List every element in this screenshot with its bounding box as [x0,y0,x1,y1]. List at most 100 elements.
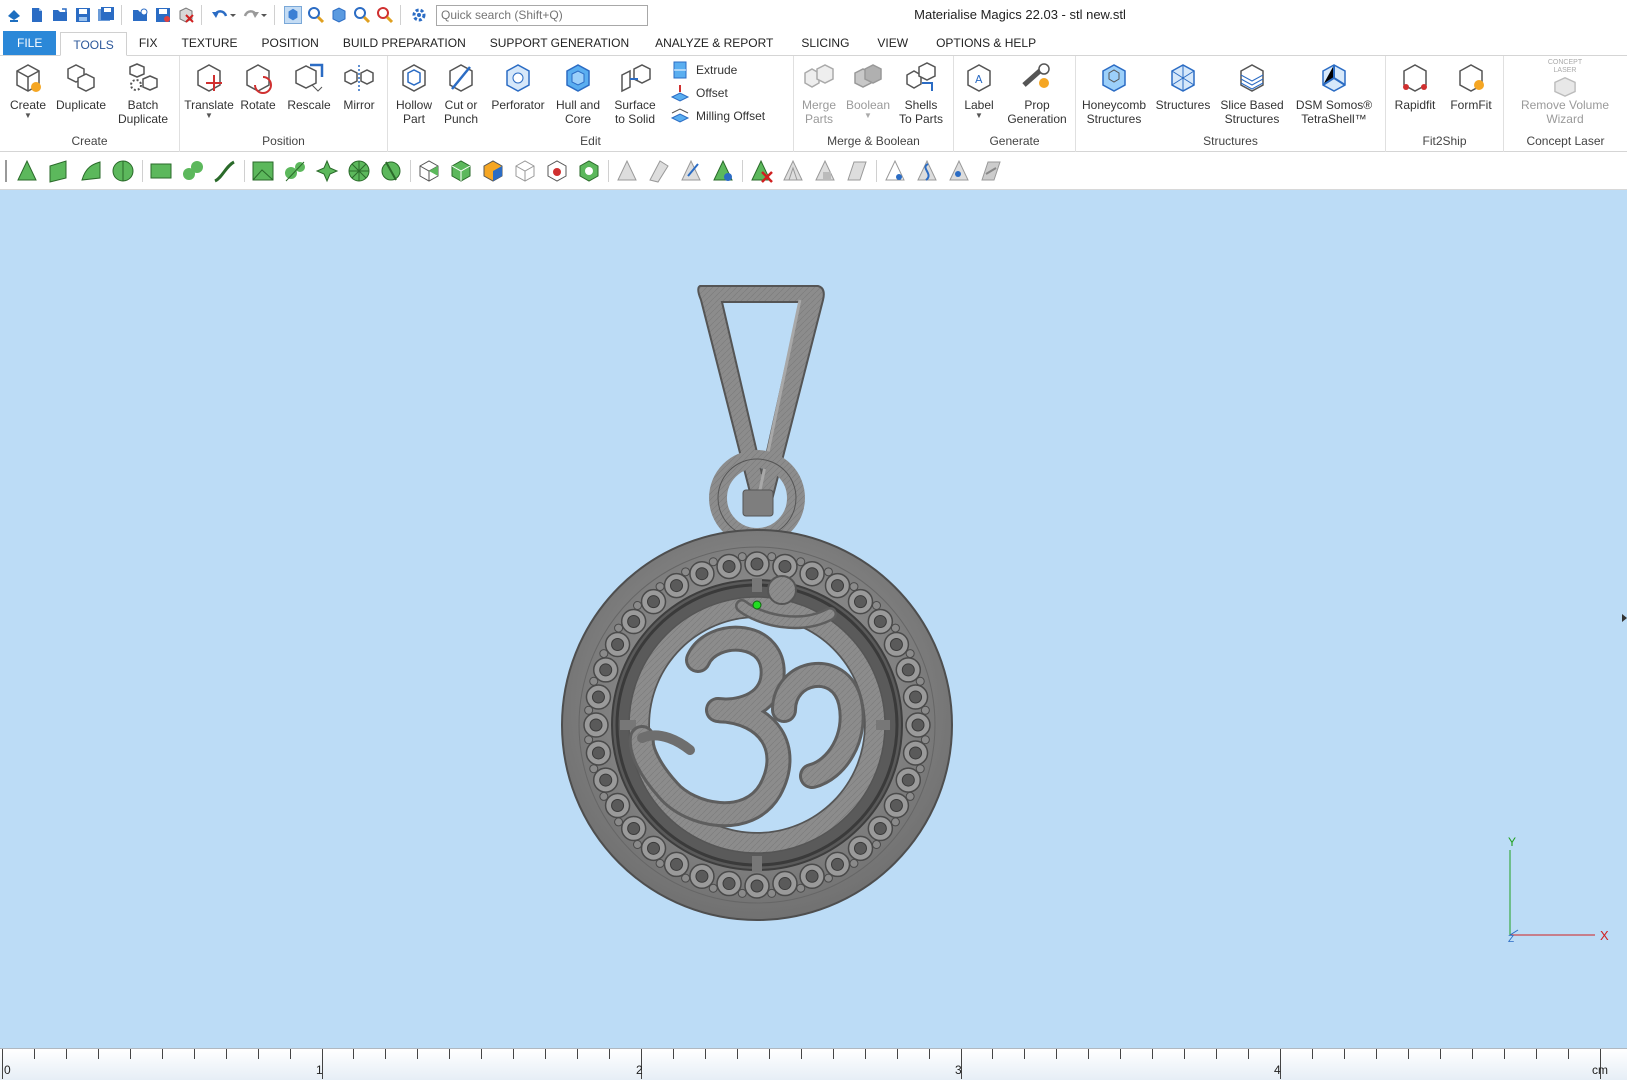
bead-hole [591,690,605,704]
settings-icon[interactable] [410,6,428,24]
3d-viewport[interactable]: X Y Z [0,190,1627,1048]
save-part-icon[interactable] [154,6,172,24]
boolean-button[interactable]: Boolean ▼ [844,58,892,120]
tab-analyze-report[interactable]: ANALYZE & REPORT [641,31,785,55]
view-part-icon[interactable] [330,6,348,24]
unmark-triangle-icon[interactable] [614,158,640,184]
new-file-icon[interactable] [28,6,46,24]
app-logo-icon[interactable] [5,6,23,24]
mark-bad-edges-icon[interactable] [914,158,940,184]
structures-button[interactable]: Structures [1152,58,1214,112]
unmark-part-icon[interactable] [512,158,538,184]
unload-part-icon[interactable] [177,6,195,24]
duplicate-button[interactable]: Duplicate [53,58,109,112]
import-icon[interactable] [131,6,149,24]
shells-to-parts-button[interactable]: Shells To Parts [894,58,948,126]
unmark-all-icon[interactable] [748,158,774,184]
unmark-surface-icon[interactable] [812,158,838,184]
tab-view[interactable]: VIEW [861,31,920,55]
offset-button[interactable]: Offset [670,83,728,103]
redo-icon[interactable] [242,6,260,24]
mark-shell-icon[interactable] [110,158,136,184]
perforator-button[interactable]: Perforator [488,58,548,112]
rescale-button[interactable]: Rescale [284,58,334,112]
mark-plane-icon[interactable] [46,158,72,184]
dsm-somos-tetrashell-button[interactable]: DSM Somos® TetraShell™ [1290,58,1378,126]
ruler-tick [1439,1049,1441,1059]
translate-button[interactable]: Translate ▼ [184,58,234,120]
save-icon[interactable] [74,6,92,24]
mark-multiple-icon[interactable] [314,158,340,184]
tab-build-preparation[interactable]: BUILD PREPARATION [331,31,478,55]
mark-wall-icon[interactable] [378,158,404,184]
remove-volume-wizard-icon: CONCEPT LASER [1546,58,1584,98]
mark-contour-icon[interactable] [250,158,276,184]
tab-texture[interactable]: TEXTURE [169,31,249,55]
invert-part-icon[interactable] [544,158,570,184]
select-part-icon[interactable] [416,158,442,184]
mark-flipped-icon[interactable] [978,158,1004,184]
tab-position[interactable]: POSITION [250,31,331,55]
prop-generation-button[interactable]: Prop Generation [1002,58,1072,126]
ruler-tick [193,1049,195,1059]
formfit-button[interactable]: FormFit [1444,58,1498,112]
label-button[interactable]: A Label ▼ [956,58,1002,120]
merge-parts-button[interactable]: Merge Parts [796,58,842,126]
tab-slicing[interactable]: SLICING [785,31,861,55]
bead-granule [614,623,624,633]
undo-dropdown-icon[interactable] [229,6,237,24]
milling-offset-button[interactable]: Milling Offset [670,106,765,126]
surface-to-solid-button[interactable]: Surface to Solid [608,58,662,126]
rotate-button[interactable]: Rotate [236,58,280,112]
mark-part-icon[interactable] [448,158,474,184]
create-icon [9,58,47,98]
hollow-part-button[interactable]: Hollow Part [392,58,436,126]
ruler-tick [65,1049,67,1059]
batch-duplicate-button[interactable]: Batch Duplicate [114,58,172,126]
mark-window-icon[interactable] [148,158,174,184]
cut-or-punch-button[interactable]: Cut or Punch [438,58,484,126]
select-view-icon[interactable] [284,6,302,24]
tab-tools[interactable]: TOOLS [60,32,127,56]
side-panel-expand-icon[interactable] [1622,614,1627,622]
zoom-icon[interactable] [353,6,371,24]
color-part-icon[interactable] [480,158,506,184]
unmark-plane-icon[interactable] [646,158,672,184]
expand-part-icon[interactable] [576,158,602,184]
unmark-shells-icon[interactable] [780,158,806,184]
mirror-button[interactable]: Mirror [336,58,382,112]
expand-marking-icon[interactable] [678,158,704,184]
zoom-window-icon[interactable] [376,6,394,24]
tab-file[interactable]: FILE [3,31,57,55]
shrink-marking-icon[interactable] [710,158,736,184]
ruler-label-2: 2 [636,1063,643,1077]
rapidfit-button[interactable]: Rapidfit [1388,58,1442,112]
create-button[interactable]: Create ▼ [6,58,50,120]
tab-support-generation[interactable]: SUPPORT GENERATION [478,31,641,55]
tab-options-help[interactable]: OPTIONS & HELP [920,31,1048,55]
save-all-icon[interactable] [97,6,115,24]
tab-fix[interactable]: FIX [127,31,170,55]
scene-canvas[interactable]: X Y Z [0,190,1627,1048]
bead-hole [591,746,605,760]
mark-surface-icon[interactable] [78,158,104,184]
remove-volume-wizard-button[interactable]: CONCEPT LASER Remove Volume Wizard [1508,58,1622,126]
mark-holes-icon[interactable] [946,158,972,184]
mark-radial-icon[interactable] [346,158,372,184]
mark-connected-icon[interactable] [282,158,308,184]
mark-triangle-icon[interactable] [14,158,40,184]
show-marked-icon[interactable] [882,158,908,184]
slice-based-structures-button[interactable]: Slice Based Structures [1216,58,1288,126]
honeycomb-structures-button[interactable]: Honeycomb Structures [1078,58,1150,126]
quick-search-input[interactable] [436,4,648,26]
pendant-model[interactable] [561,285,953,921]
hull-and-core-button[interactable]: Hull and Core [550,58,606,126]
zoom-extents-icon[interactable] [307,6,325,24]
extrude-button[interactable]: Extrude [670,60,737,80]
mark-lasso-icon[interactable] [180,158,206,184]
unmark-plane-2-icon[interactable] [844,158,870,184]
mark-curve-icon[interactable] [212,158,238,184]
undo-icon[interactable] [211,6,229,24]
redo-dropdown-icon[interactable] [260,6,268,24]
open-file-icon[interactable] [51,6,69,24]
